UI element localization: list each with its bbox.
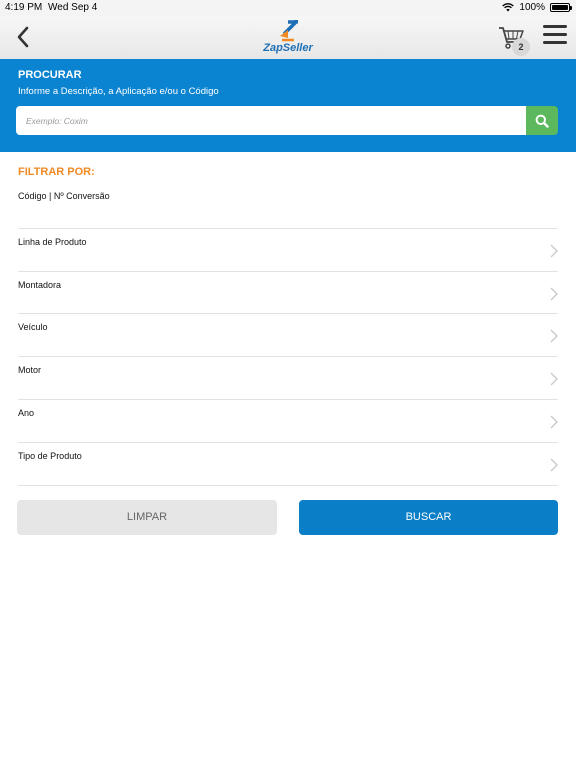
divider [18,485,558,486]
search-icon [535,114,549,128]
search-button[interactable] [526,106,558,135]
filter-label: Veículo [18,322,48,332]
filter-product-line[interactable]: Linha de Produto [0,229,576,272]
wifi-icon [502,3,515,12]
clear-button[interactable]: LIMPAR [17,500,277,535]
logo-text: ZapSeller [263,42,313,54]
chevron-right-icon [550,244,558,258]
chevron-right-icon [550,329,558,343]
logo-mark-icon [280,20,298,42]
filter-label: Motor [18,365,42,375]
search-input[interactable] [16,106,526,135]
code-filter-label: Código | Nº Conversão [18,191,110,201]
nav-bar: ZapSeller 2 [0,16,576,59]
filter-label: Linha de Produto [18,237,87,247]
filter-label: Tipo de Produto [18,451,82,461]
filter-label: Ano [18,408,35,418]
chevron-right-icon [550,415,558,429]
status-bar: 4:19 PM Wed Sep 4 100% [0,0,576,16]
back-chevron-icon [17,26,29,48]
battery-percent: 100% [519,2,545,13]
battery-icon [550,3,572,12]
status-date: Wed Sep 4 [48,2,98,13]
filter-year[interactable]: Ano [0,400,576,443]
app-logo: ZapSeller [258,18,318,56]
filter-vehicle[interactable]: Veículo [0,314,576,357]
filter-product-type[interactable]: Tipo de Produto [0,443,576,486]
search-title: PROCURAR [18,69,82,81]
search-subtitle: Informe a Descrição, a Aplicação e/ou o … [18,86,219,97]
filter-title: FILTRAR POR: [18,166,95,178]
status-right: 100% [502,2,572,13]
filter-manufacturer[interactable]: Montadora [0,272,576,315]
status-time: 4:19 PM [5,2,43,13]
chevron-right-icon [550,458,558,472]
back-button[interactable] [12,22,36,52]
filter-engine[interactable]: Motor [0,357,576,400]
chevron-right-icon [550,372,558,386]
hamburger-menu-icon[interactable] [543,25,567,47]
chevron-right-icon [550,287,558,301]
filter-label: Montadora [18,280,62,290]
search-panel: PROCURAR Informe a Descrição, a Aplicaçã… [0,59,576,152]
submit-search-button[interactable]: BUSCAR [299,500,558,535]
cart-count-badge: 2 [512,38,530,56]
